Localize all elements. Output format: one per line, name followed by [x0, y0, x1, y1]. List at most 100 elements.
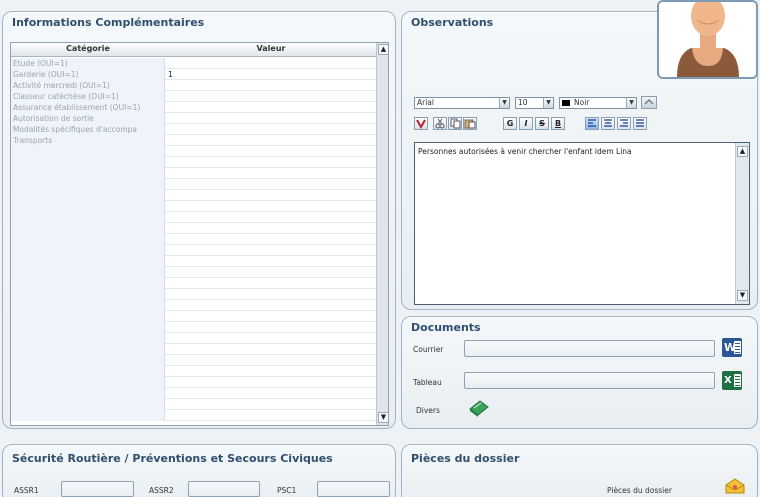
table-row[interactable]	[11, 377, 376, 388]
editor-scroll-down-button[interactable]: ▼	[737, 290, 748, 301]
value-cell[interactable]	[166, 146, 376, 157]
font-color-select[interactable]: Noir ▼	[559, 97, 637, 109]
align-center-icon[interactable]	[601, 117, 615, 130]
value-cell[interactable]	[166, 212, 376, 223]
value-cell[interactable]	[166, 289, 376, 300]
font-name-select[interactable]: Arial ▼	[414, 97, 510, 109]
table-row[interactable]	[11, 179, 376, 190]
value-cell[interactable]	[166, 355, 376, 366]
table-row[interactable]	[11, 388, 376, 399]
font-size-select[interactable]: 10 ▼	[515, 97, 554, 109]
table-row[interactable]: Modalités spécifiques d'accompa	[11, 124, 376, 135]
table-row[interactable]: Etude (OUI=1)	[11, 58, 376, 69]
value-cell[interactable]	[166, 278, 376, 289]
value-cell[interactable]	[166, 223, 376, 234]
value-cell[interactable]	[166, 58, 376, 69]
value-cell[interactable]	[166, 300, 376, 311]
value-cell[interactable]	[166, 91, 376, 102]
align-right-icon[interactable]	[617, 117, 631, 130]
word-icon[interactable]: W	[722, 338, 742, 357]
assr1-field[interactable]	[61, 481, 134, 497]
value-cell[interactable]	[166, 322, 376, 333]
value-cell[interactable]	[166, 190, 376, 201]
table-row[interactable]	[11, 267, 376, 278]
table-row[interactable]: Autorisation de sortie	[11, 113, 376, 124]
paste-icon[interactable]	[463, 117, 477, 130]
value-cell[interactable]	[166, 234, 376, 245]
table-row[interactable]	[11, 234, 376, 245]
value-cell[interactable]	[166, 399, 376, 410]
envelope-icon[interactable]	[724, 477, 746, 495]
link-icon[interactable]	[641, 96, 657, 109]
table-row[interactable]: Activité mercredi (OUI=1)	[11, 80, 376, 91]
table-row[interactable]	[11, 190, 376, 201]
value-cell[interactable]	[166, 102, 376, 113]
value-cell[interactable]	[166, 256, 376, 267]
folder-book-icon[interactable]	[468, 397, 490, 417]
table-row[interactable]	[11, 146, 376, 157]
bold-button[interactable]: G	[503, 117, 517, 130]
value-cell[interactable]	[166, 201, 376, 212]
value-cell[interactable]	[166, 333, 376, 344]
table-row[interactable]	[11, 168, 376, 179]
value-cell[interactable]	[166, 311, 376, 322]
psc1-field[interactable]	[317, 481, 390, 497]
value-cell[interactable]	[166, 135, 376, 146]
table-row[interactable]	[11, 278, 376, 289]
table-row[interactable]	[11, 256, 376, 267]
table-row[interactable]	[11, 223, 376, 234]
value-cell[interactable]	[166, 366, 376, 377]
value-cell[interactable]	[166, 168, 376, 179]
clear-format-icon[interactable]	[414, 117, 428, 130]
value-cell[interactable]	[166, 377, 376, 388]
grid-scroll-down-button[interactable]: ▼	[378, 412, 388, 423]
table-row[interactable]	[11, 322, 376, 333]
column-header-valeur[interactable]: Valeur	[166, 44, 376, 53]
underline-button[interactable]: B	[551, 117, 565, 130]
value-cell[interactable]	[166, 245, 376, 256]
tableau-field[interactable]	[464, 372, 715, 389]
value-cell[interactable]	[166, 179, 376, 190]
grid-scrollbar[interactable]: ▲ ▼	[376, 43, 388, 425]
table-row[interactable]	[11, 300, 376, 311]
copy-icon[interactable]	[448, 117, 462, 130]
pieces-button-label[interactable]: Pièces du dossier	[607, 486, 672, 495]
table-row[interactable]	[11, 344, 376, 355]
value-cell[interactable]	[166, 124, 376, 135]
table-row[interactable]	[11, 212, 376, 223]
align-left-icon[interactable]	[585, 117, 599, 130]
table-row[interactable]	[11, 355, 376, 366]
table-row[interactable]	[11, 289, 376, 300]
value-cell[interactable]	[166, 388, 376, 399]
value-cell[interactable]	[166, 157, 376, 168]
observations-text[interactable]: Personnes autorisées à venir chercher l'…	[418, 147, 632, 156]
cut-icon[interactable]	[433, 117, 447, 130]
value-cell[interactable]: 1	[166, 69, 376, 80]
value-cell[interactable]	[166, 410, 376, 421]
info-grid[interactable]: Catégorie Valeur Etude (OUI=1) Garderie (…	[10, 42, 389, 426]
table-row[interactable]: Transports	[11, 135, 376, 146]
strikethrough-button[interactable]: S	[535, 117, 549, 130]
table-row[interactable]	[11, 201, 376, 212]
column-header-categorie[interactable]: Catégorie	[11, 44, 165, 53]
editor-scrollbar[interactable]: ▲ ▼	[735, 143, 749, 304]
table-row[interactable]	[11, 157, 376, 168]
table-row[interactable]: Garderie (OUI=1) 1	[11, 69, 376, 80]
editor-scroll-up-button[interactable]: ▲	[737, 146, 748, 157]
value-cell[interactable]	[166, 267, 376, 278]
table-row[interactable]	[11, 333, 376, 344]
table-row[interactable]: Assurance établissement (OUI=1)	[11, 102, 376, 113]
value-cell[interactable]	[166, 113, 376, 124]
table-row[interactable]	[11, 410, 376, 421]
excel-icon[interactable]: X	[722, 371, 742, 390]
table-row[interactable]: Classeur catéchèse (OUI=1)	[11, 91, 376, 102]
courrier-field[interactable]	[464, 340, 715, 357]
align-justify-icon[interactable]	[633, 117, 647, 130]
italic-button[interactable]: I	[519, 117, 533, 130]
table-row[interactable]	[11, 245, 376, 256]
student-photo[interactable]	[657, 0, 758, 79]
table-row[interactable]	[11, 399, 376, 410]
grid-scroll-up-button[interactable]: ▲	[378, 44, 388, 55]
value-cell[interactable]	[166, 80, 376, 91]
assr2-field[interactable]	[188, 481, 260, 497]
